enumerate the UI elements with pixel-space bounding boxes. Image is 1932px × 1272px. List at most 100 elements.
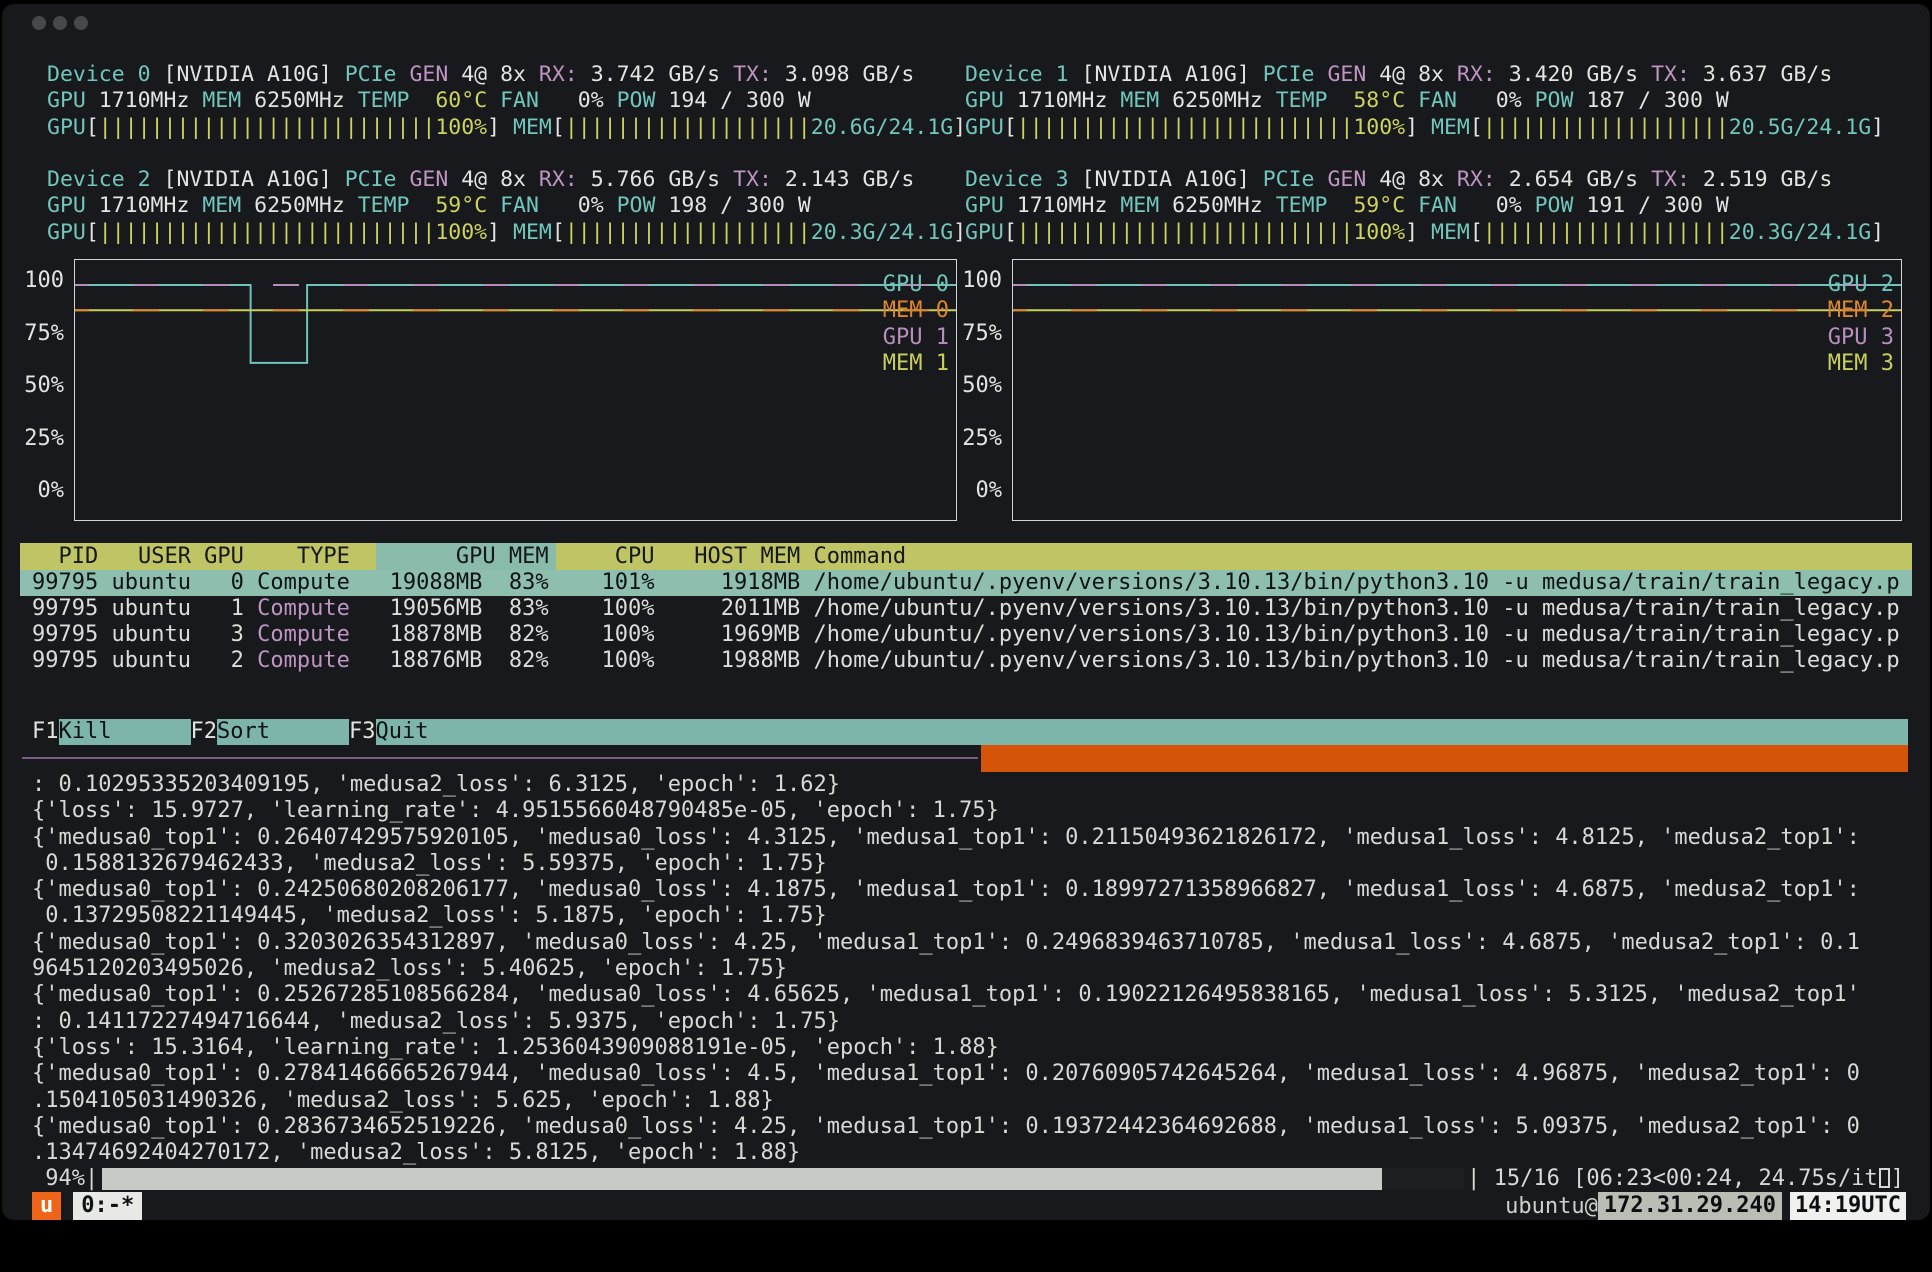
log-line: {'medusa0_top1': 0.27841466665267944, 'm…: [32, 1061, 1860, 1087]
progress-bar-fill: [102, 1168, 1382, 1190]
fkey-label-f1: F1: [32, 719, 59, 745]
text-segment: [: [1470, 115, 1483, 140]
progress-counter: | 15/16 [06:23<00:24, 24.75s/it]: [1467, 1166, 1904, 1192]
text-segment: 3.420 GB/s: [1509, 62, 1651, 87]
text-segment: [: [1004, 115, 1017, 140]
chart-legend-item: GPU 2: [1828, 272, 1894, 298]
text-segment: PCIe: [1263, 62, 1328, 87]
text-segment: 4@ 8x: [461, 167, 539, 192]
tmux-pane-separator[interactable]: [22, 757, 978, 759]
log-line: {'medusa0_top1': 0.26407429575920105, 'm…: [32, 825, 1860, 851]
text-segment: 100%: [435, 220, 487, 245]
text-segment: FAN: [500, 193, 578, 218]
fkey-label-f2: F2: [191, 719, 218, 745]
chart-legend-item: MEM 3: [1828, 351, 1894, 377]
text-segment: MEM: [1431, 115, 1470, 140]
device-clocks-line: GPU 1710MHz MEM 6250MHz TEMP 59°C FAN 0%…: [47, 193, 966, 219]
log-line: .13474692404270172, 'medusa2_loss': 5.81…: [32, 1140, 1860, 1166]
chart-plot: [74, 259, 957, 521]
utilization-chart: GPU 2MEM 2GPU 3MEM 3: [1012, 259, 1902, 521]
process-table-row[interactable]: 99795 ubuntu 1 Compute 19056MB 83% 100% …: [20, 596, 1912, 622]
text-segment: 58°C: [1353, 88, 1418, 113]
text-segment: TEMP: [1276, 193, 1354, 218]
text-segment: 6250MHz: [1172, 193, 1276, 218]
text-segment: 0%: [578, 193, 617, 218]
device-clocks-line: GPU 1710MHz MEM 6250MHz TEMP 58°C FAN 0%…: [965, 88, 1884, 114]
text-segment: 1710MHz: [1017, 88, 1121, 113]
device-title-line: Device 0 [NVIDIA A10G] PCIe GEN 4@ 8x RX…: [47, 62, 966, 88]
log-line: 0.13729508221149445, 'medusa2_loss': 5.1…: [32, 903, 1860, 929]
ip-chip: 172.31.29.240: [1598, 1192, 1782, 1220]
device-bars-line: GPU[||||||||||||||||||||||||||100%] MEM[…: [965, 115, 1884, 141]
text-segment: [: [552, 220, 565, 245]
text-segment: [: [1470, 220, 1483, 245]
process-table-row[interactable]: 99795 ubuntu 2 Compute 18876MB 82% 100% …: [20, 648, 1912, 674]
text-segment: ||||||||||||||||||||||||||: [1017, 220, 1354, 245]
text-segment: 100%: [1353, 115, 1405, 140]
text-segment: 4@ 8x: [1379, 62, 1457, 87]
process-row-text: 99795 ubuntu 3 Compute 18878MB 82% 100% …: [32, 622, 1900, 648]
chart-legend-item: MEM 0: [883, 298, 949, 324]
text-segment: TEMP: [358, 88, 436, 113]
chart-y-axis-label: 100: [8, 268, 64, 294]
text-segment: ]: [1871, 220, 1884, 245]
text-segment: MEM: [513, 115, 552, 140]
window-dot[interactable]: [32, 16, 46, 30]
log-line: 0.1588132679462433, 'medusa2_loss': 5.59…: [32, 851, 1860, 877]
text-segment: RX:: [1457, 62, 1509, 87]
text-segment: ]: [1871, 115, 1884, 140]
process-type: Compute: [257, 596, 350, 621]
chart-y-axis-label: 25%: [8, 426, 64, 452]
process-table-header: PID USER GPU TYPE GPU MEM CPU HOST MEM C…: [20, 543, 1912, 570]
window-dot[interactable]: [53, 16, 67, 30]
text-segment: 6250MHz: [1172, 88, 1276, 113]
progress-bar: [102, 1168, 1464, 1190]
text-segment: ||||||||||||||||||||||||||: [99, 220, 436, 245]
text-segment: RX:: [539, 167, 591, 192]
text-segment: 194 / 300 W: [668, 88, 810, 113]
text-segment: ]: [1405, 115, 1431, 140]
text-segment: TX:: [1651, 167, 1703, 192]
chart-y-axis-label: 25%: [946, 426, 1002, 452]
window-dot[interactable]: [74, 16, 88, 30]
gpu-device-panel: Device 2 [NVIDIA A10G] PCIe GEN 4@ 8x RX…: [47, 167, 966, 246]
fkey-kill-button[interactable]: Kill: [59, 719, 191, 745]
text-segment: [NVIDIA A10G]: [164, 167, 345, 192]
chart-legend-item: MEM 2: [1828, 298, 1894, 324]
text-segment: TEMP: [1276, 88, 1354, 113]
chart-y-axis-label: 50%: [8, 373, 64, 399]
fkey-quit-button[interactable]: Quit: [376, 719, 1909, 745]
text-segment: 3.098 GB/s: [785, 62, 914, 87]
chart-legend-item: GPU 1: [883, 325, 949, 351]
device-clocks-line: GPU 1710MHz MEM 6250MHz TEMP 60°C FAN 0%…: [47, 88, 966, 114]
process-table-row[interactable]: 99795 ubuntu 0 Compute 19088MB 83% 101% …: [20, 570, 1912, 596]
text-segment: 3.742 GB/s: [591, 62, 733, 87]
text-segment: [NVIDIA A10G]: [1082, 62, 1263, 87]
text-segment: Device 3: [965, 167, 1082, 192]
chart-y-axis-label: 75%: [8, 321, 64, 347]
text-segment: GPU: [47, 220, 86, 245]
text-segment: 198 / 300 W: [668, 193, 810, 218]
text-segment: PCIe: [345, 62, 410, 87]
text-segment: MEM: [202, 193, 254, 218]
device-clocks-line: GPU 1710MHz MEM 6250MHz TEMP 59°C FAN 0%…: [965, 193, 1884, 219]
process-table-row[interactable]: 99795 ubuntu 3 Compute 18878MB 82% 100% …: [20, 622, 1912, 648]
text-segment: GEN: [1327, 167, 1379, 192]
text-segment: 60°C: [435, 88, 500, 113]
text-segment: 2.654 GB/s: [1509, 167, 1651, 192]
text-segment: ]: [487, 220, 513, 245]
chart-y-axis-label: 50%: [946, 373, 1002, 399]
chart-y-axis-label: 0%: [946, 478, 1002, 504]
window-indicator-chip[interactable]: 0:-*: [73, 1192, 142, 1220]
text-segment: GPU: [965, 115, 1004, 140]
chart-y-axis-label: 100: [946, 268, 1002, 294]
training-log: : 0.10295335203409195, 'medusa2_loss': 6…: [32, 772, 1860, 1166]
text-segment: [: [552, 115, 565, 140]
session-indicator-chip[interactable]: u: [32, 1192, 61, 1220]
fkey-sort-button[interactable]: Sort: [217, 719, 349, 745]
text-segment: TX:: [1651, 62, 1703, 87]
terminal-window: Device 0 [NVIDIA A10G] PCIe GEN 4@ 8x RX…: [2, 4, 1930, 1220]
text-segment: 2.519 GB/s: [1703, 167, 1832, 192]
text-segment: POW: [1535, 193, 1587, 218]
chart-legend-item: GPU 3: [1828, 325, 1894, 351]
